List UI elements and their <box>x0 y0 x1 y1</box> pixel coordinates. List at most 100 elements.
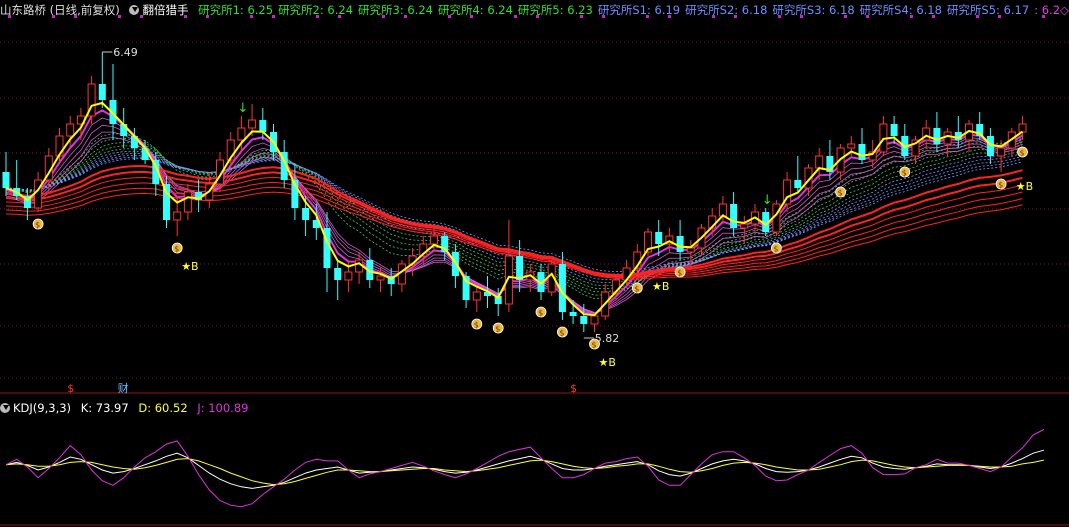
top-dot-30 <box>668 15 671 18</box>
money-bag-sign-7: $ <box>634 285 639 294</box>
candle-body-22 <box>237 127 246 141</box>
candle-body-6 <box>66 123 75 137</box>
candle-body-74 <box>794 180 802 188</box>
candle-body-61 <box>655 232 663 244</box>
money-bag-sign-1: $ <box>174 245 179 254</box>
money-bag-sign-9: $ <box>773 245 778 254</box>
high-label: 6.49 <box>113 46 138 59</box>
candle-body-88 <box>943 131 952 145</box>
money-bag-sign-8: $ <box>677 269 682 278</box>
candle-body-83 <box>890 124 898 136</box>
top-dot-23 <box>514 15 517 18</box>
candle-body-79 <box>847 143 856 149</box>
kdj-panel <box>5 429 1045 508</box>
top-dot-32 <box>712 15 715 18</box>
kdj-line-D <box>5 458 1045 486</box>
top-dot-45 <box>998 15 1001 18</box>
candle-body-64 <box>686 247 695 253</box>
candle-body-9 <box>98 84 106 100</box>
magenta-band-line-1 <box>5 117 1023 314</box>
candle-body-44 <box>472 291 481 301</box>
top-dot-14 <box>316 15 319 18</box>
event-marker-finance: 财 <box>118 381 129 395</box>
top-dot-39 <box>866 15 869 18</box>
candle-body-67 <box>718 203 727 217</box>
candle-body-40 <box>430 235 438 245</box>
candle-body-53 <box>569 312 577 316</box>
candle-body-48 <box>516 256 524 280</box>
top-dot-47 <box>1042 15 1045 18</box>
top-dot-17 <box>382 15 385 18</box>
money-bag-sign-3: $ <box>495 325 500 334</box>
kdj-line-K <box>5 449 1045 489</box>
money-bag-sign-4: $ <box>538 309 543 318</box>
candle-body-69 <box>740 223 749 229</box>
top-dot-41 <box>910 15 913 18</box>
money-bag-sign-5: $ <box>559 329 564 338</box>
candle-body-93 <box>997 147 1006 157</box>
top-dot-12 <box>272 15 275 18</box>
top-dot-42 <box>932 15 935 18</box>
money-bag-sign-11: $ <box>902 169 907 178</box>
top-dot-5 <box>118 15 121 18</box>
top-dot-8 <box>184 15 187 18</box>
event-marker-dollar-0: $ <box>67 382 74 395</box>
red-ribbon-line-2 <box>5 176 1023 277</box>
top-dot-27 <box>602 15 605 18</box>
red-ribbon-line-4 <box>5 186 1023 279</box>
top-dot-6 <box>140 15 143 18</box>
top-dot-21 <box>470 15 473 18</box>
down-arrow-icon-1: ↓ <box>762 193 773 208</box>
red-ribbon-line-1 <box>5 170 1023 277</box>
top-dot-36 <box>800 15 803 18</box>
candle-body-24 <box>259 120 267 132</box>
buy-signal-label-1: ★B <box>599 356 616 369</box>
candle-body-63 <box>676 236 684 252</box>
top-dot-15 <box>338 15 341 18</box>
ma-ribbons <box>5 109 1024 316</box>
top-dot-26 <box>580 15 583 18</box>
candle-body-31 <box>334 268 342 280</box>
candle-body-80 <box>858 144 866 160</box>
money-bag-sign-10: $ <box>838 189 843 198</box>
buy-signal-label-0: ★B <box>181 260 198 273</box>
event-marker-dollar-1: $ <box>570 382 577 395</box>
top-dot-38 <box>844 15 847 18</box>
money-bag-sign-6: $ <box>592 341 597 350</box>
top-dot-11 <box>250 15 253 18</box>
candle-body-0 <box>2 172 10 188</box>
red-ribbon-line-3 <box>5 181 1023 278</box>
top-dot-44 <box>976 15 979 18</box>
down-arrow-icon-0: ↓ <box>237 101 248 116</box>
money-bag-sign-0: $ <box>35 221 40 230</box>
candle-body-55 <box>590 315 599 325</box>
candle-body-54 <box>580 316 588 324</box>
money-bag-sign-13: $ <box>1020 149 1025 158</box>
buy-signal-label-2: ★B <box>652 280 669 293</box>
top-dot-9 <box>206 15 209 18</box>
candle-body-16 <box>173 211 182 221</box>
candle-body-28 <box>302 208 310 220</box>
top-dot-18 <box>404 15 407 18</box>
candle-body-32 <box>344 271 353 281</box>
candle-body-87 <box>933 128 941 144</box>
candle-body-35 <box>376 275 385 281</box>
top-dot-2 <box>52 15 55 18</box>
candle-body-17 <box>183 191 192 213</box>
top-dot-0 <box>8 15 11 18</box>
top-dot-35 <box>778 15 781 18</box>
top-dot-29 <box>646 15 649 18</box>
candle-body-68 <box>730 204 738 228</box>
top-dot-20 <box>448 15 451 18</box>
top-dot-33 <box>734 15 737 18</box>
candle-body-3 <box>34 179 43 209</box>
candle-body-23 <box>248 119 257 129</box>
candle-body-76 <box>815 155 824 169</box>
candle-body-95 <box>1018 123 1027 133</box>
money-bag-sign-2: $ <box>474 321 479 330</box>
buy-signal-label-3: ★B <box>1016 180 1033 193</box>
top-dot-24 <box>536 15 539 18</box>
top-dot-3 <box>74 15 77 18</box>
money-bag-sign-12: $ <box>998 181 1003 190</box>
chart-canvas[interactable]: 6.495.82$$$ $$$$$$$$$$$★B★B★B★B↓↓$ 财 $ <box>0 0 1069 527</box>
